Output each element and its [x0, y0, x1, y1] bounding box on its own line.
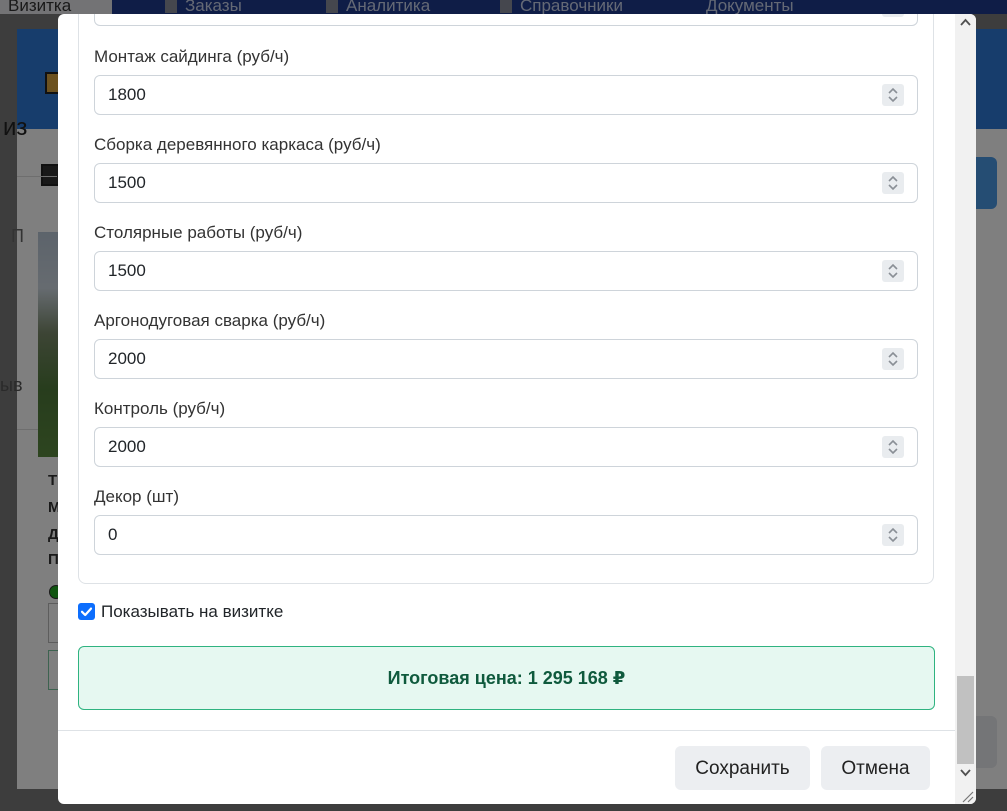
scroll-up-arrow-icon[interactable]	[955, 14, 976, 31]
input-value: 2000	[108, 437, 146, 456]
show-on-card-label[interactable]: Показывать на визитке	[101, 602, 283, 622]
save-button[interactable]: Сохранить	[675, 746, 810, 790]
spinner-icon[interactable]	[882, 14, 904, 17]
spinner-icon[interactable]	[882, 260, 904, 282]
spinner-icon[interactable]	[882, 524, 904, 546]
resize-grip-icon[interactable]	[958, 787, 974, 803]
rate-input-joinery[interactable]: 1500	[94, 251, 918, 291]
input-value: 0	[108, 525, 118, 544]
field-label-argon-welding: Аргонодуговая сварка (руб/ч)	[94, 311, 326, 330]
rate-input-decor[interactable]: 0	[94, 515, 918, 555]
edit-service-modal: Монтаж сайдинга (руб/ч) 1800 Сборка дере…	[58, 14, 976, 804]
scrollbar-thumb[interactable]	[957, 676, 974, 764]
input-value: 1500	[108, 261, 146, 280]
field-label-decor: Декор (шт)	[94, 487, 179, 506]
modal-footer-divider	[58, 730, 976, 731]
scroll-down-arrow-icon[interactable]	[955, 764, 976, 781]
field-label-control: Контроль (руб/ч)	[94, 399, 226, 418]
total-price: Итоговая цена: 1 295 168 ₽	[387, 668, 626, 688]
spinner-icon[interactable]	[882, 348, 904, 370]
rate-input-argon-welding[interactable]: 2000	[94, 339, 918, 379]
checkmark-icon	[80, 607, 93, 617]
show-on-card-checkbox[interactable]	[78, 603, 95, 620]
input-value: 1500	[108, 173, 146, 192]
field-label-wood-frame: Сборка деревянного каркаса (руб/ч)	[94, 135, 381, 154]
field-label-joinery: Столярные работы (руб/ч)	[94, 223, 303, 242]
spinner-icon[interactable]	[882, 436, 904, 458]
modal-scrollbar[interactable]	[955, 14, 976, 804]
modal-body: Монтаж сайдинга (руб/ч) 1800 Сборка дере…	[58, 14, 955, 730]
rate-input-wood-frame[interactable]: 1500	[94, 163, 918, 203]
total-price-box: Итоговая цена: 1 295 168 ₽	[78, 646, 935, 710]
rate-input-siding[interactable]: 1800	[94, 75, 918, 115]
spinner-icon[interactable]	[882, 84, 904, 106]
input-value: 2000	[108, 349, 146, 368]
input-value: 1800	[108, 85, 146, 104]
field-label-siding: Монтаж сайдинга (руб/ч)	[94, 47, 290, 66]
spinner-icon[interactable]	[882, 172, 904, 194]
cancel-button[interactable]: Отмена	[821, 746, 930, 790]
rate-input-control[interactable]: 2000	[94, 427, 918, 467]
rate-input-partial[interactable]	[94, 14, 918, 26]
